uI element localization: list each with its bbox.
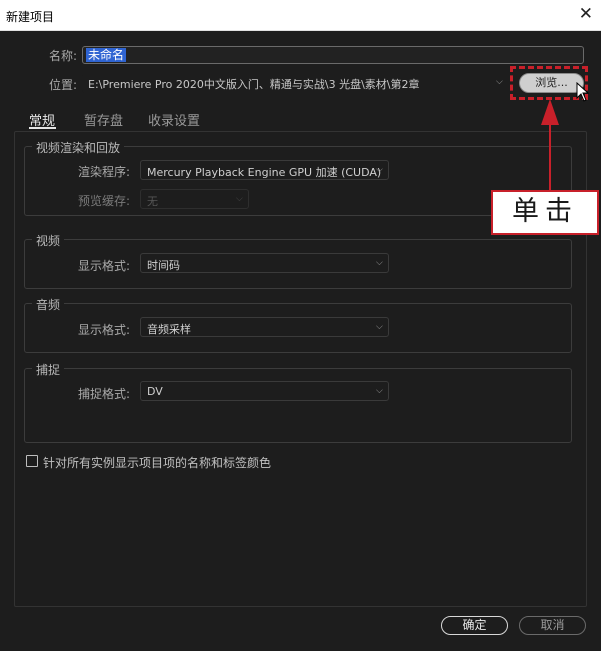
tab-scratch-disks[interactable]: 暂存盘: [84, 110, 123, 129]
cancel-button[interactable]: 取消: [519, 616, 586, 635]
project-name-value: 未命名: [86, 48, 127, 62]
location-value: E:\Premiere Pro 2020中文版入门、精通与实战\3 光盘\素材\…: [88, 78, 420, 91]
chevron-down-icon: ⌵: [236, 194, 243, 204]
video-group-title: 视频: [32, 232, 65, 249]
tab-ingest-settings[interactable]: 收录设置: [148, 110, 200, 129]
capture-format-label: 捕捉格式:: [78, 387, 131, 401]
chevron-down-icon: ⌵: [376, 165, 383, 175]
video-format-dropdown[interactable]: 时间码 ⌵: [140, 253, 389, 273]
show-label-colors-checkbox[interactable]: [26, 455, 38, 467]
renderer-dropdown[interactable]: Mercury Playback Engine GPU 加速 (CUDA) ⌵: [140, 160, 389, 180]
audio-format-dropdown[interactable]: 音频采样 ⌵: [140, 317, 389, 337]
annotation-callout: 单击: [491, 190, 599, 235]
audio-group-title: 音频: [32, 296, 65, 313]
audio-format-value: 音频采样: [147, 323, 191, 336]
video-format-value: 时间码: [147, 259, 180, 272]
renderer-value: Mercury Playback Engine GPU 加速 (CUDA): [147, 166, 382, 179]
close-icon[interactable]: ✕: [579, 4, 593, 24]
capture-format-value: DV: [147, 385, 163, 398]
preview-cache-value: 无: [147, 195, 158, 208]
preview-cache-dropdown: 无 ⌵: [140, 189, 249, 209]
callout-arrow-icon: [541, 99, 559, 125]
name-label: 名称:: [49, 49, 78, 63]
mouse-pointer-icon: [576, 82, 590, 102]
capture-group: [24, 368, 572, 443]
chevron-down-icon: ⌵: [376, 258, 383, 268]
capture-format-dropdown[interactable]: DV ⌵: [140, 381, 389, 401]
title-bar: 新建项目 ✕: [0, 0, 601, 31]
preview-cache-label: 预览缓存:: [78, 194, 131, 208]
video-format-label: 显示格式:: [78, 259, 131, 273]
show-label-colors-label: 针对所有实例显示项目项的名称和标签颜色: [43, 456, 272, 470]
renderer-label: 渲染程序:: [78, 165, 131, 179]
location-label: 位置:: [49, 78, 78, 92]
chevron-down-icon: ⌵: [376, 322, 383, 332]
chevron-down-icon: ⌵: [496, 77, 503, 87]
render-group-title: 视频渲染和回放: [32, 139, 125, 156]
audio-format-label: 显示格式:: [78, 323, 131, 337]
window-title: 新建项目: [6, 10, 55, 24]
capture-group-title: 捕捉: [32, 361, 65, 378]
project-name-input[interactable]: 未命名: [82, 46, 584, 64]
callout-line: [549, 124, 551, 190]
ok-button[interactable]: 确定: [441, 616, 508, 635]
location-dropdown[interactable]: E:\Premiere Pro 2020中文版入门、精通与实战\3 光盘\素材\…: [82, 73, 512, 93]
chevron-down-icon: ⌵: [376, 386, 383, 396]
active-tab-indicator: [29, 127, 56, 129]
